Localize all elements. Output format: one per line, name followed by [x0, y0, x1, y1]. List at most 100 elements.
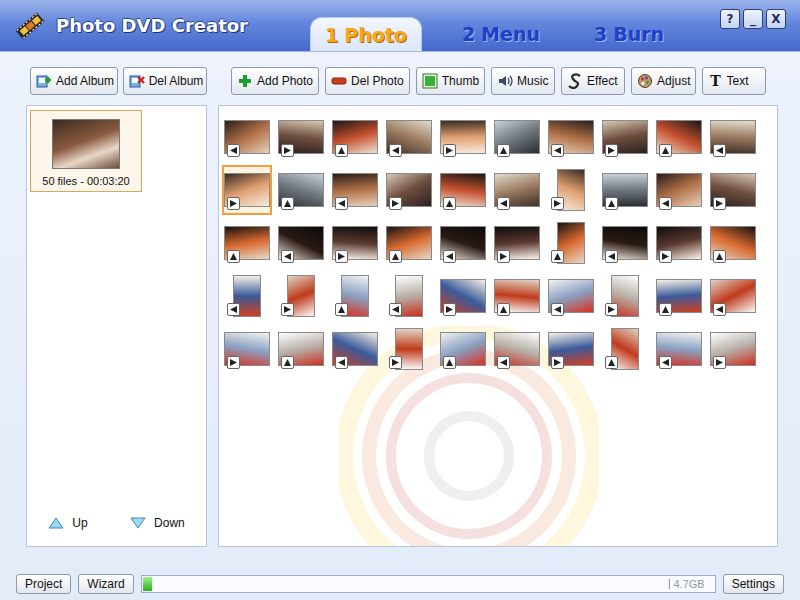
- photo-thumbnail[interactable]: [600, 271, 650, 321]
- transition-badge[interactable]: [659, 303, 672, 316]
- transition-badge[interactable]: [389, 144, 402, 157]
- photo-thumbnail[interactable]: [222, 165, 272, 215]
- help-button[interactable]: ?: [720, 9, 740, 29]
- photo-thumbnail[interactable]: [276, 218, 326, 268]
- photo-thumbnail[interactable]: [546, 112, 596, 162]
- transition-badge[interactable]: [497, 303, 510, 316]
- photo-thumbnail[interactable]: [654, 218, 704, 268]
- photo-thumbnail[interactable]: [276, 112, 326, 162]
- transition-badge[interactable]: [281, 197, 294, 210]
- transition-badge[interactable]: [605, 356, 618, 369]
- transition-badge[interactable]: [281, 144, 294, 157]
- photo-thumbnail[interactable]: [492, 271, 542, 321]
- transition-badge[interactable]: [389, 356, 402, 369]
- transition-badge[interactable]: [227, 303, 240, 316]
- photo-thumbnail[interactable]: [384, 218, 434, 268]
- photo-thumbnail[interactable]: [600, 324, 650, 374]
- transition-badge[interactable]: [605, 250, 618, 263]
- delete-album-button[interactable]: Del Album: [123, 67, 207, 95]
- transition-badge[interactable]: [659, 250, 672, 263]
- close-button[interactable]: X: [766, 9, 786, 29]
- minimize-button[interactable]: _: [743, 9, 763, 29]
- thumb-button[interactable]: Thumb: [416, 67, 485, 95]
- photo-thumbnail[interactable]: [222, 112, 272, 162]
- text-button[interactable]: TText: [702, 67, 766, 95]
- transition-badge[interactable]: [389, 250, 402, 263]
- photo-thumbnail[interactable]: [438, 271, 488, 321]
- project-button[interactable]: Project: [16, 574, 71, 594]
- transition-badge[interactable]: [605, 303, 618, 316]
- photo-thumbnail[interactable]: [222, 271, 272, 321]
- photo-thumbnail[interactable]: [600, 218, 650, 268]
- photo-thumbnail[interactable]: [384, 112, 434, 162]
- photo-thumbnail[interactable]: [330, 112, 380, 162]
- photo-thumbnail[interactable]: [654, 271, 704, 321]
- transition-badge[interactable]: [335, 197, 348, 210]
- transition-badge[interactable]: [497, 356, 510, 369]
- photo-thumbnail[interactable]: [438, 165, 488, 215]
- transition-badge[interactable]: [443, 303, 456, 316]
- transition-badge[interactable]: [443, 250, 456, 263]
- photo-thumbnail[interactable]: [222, 324, 272, 374]
- settings-button[interactable]: Settings: [723, 574, 784, 594]
- photo-thumbnail[interactable]: [384, 165, 434, 215]
- transition-badge[interactable]: [443, 197, 456, 210]
- photo-thumbnail[interactable]: [492, 165, 542, 215]
- transition-badge[interactable]: [281, 250, 294, 263]
- transition-badge[interactable]: [389, 303, 402, 316]
- photo-thumbnail[interactable]: [276, 165, 326, 215]
- adjust-button[interactable]: Adjust: [631, 67, 696, 95]
- transition-badge[interactable]: [227, 197, 240, 210]
- photo-thumbnail[interactable]: [708, 271, 758, 321]
- photo-thumbnail[interactable]: [438, 324, 488, 374]
- transition-badge[interactable]: [335, 356, 348, 369]
- transition-badge[interactable]: [605, 197, 618, 210]
- transition-badge[interactable]: [443, 356, 456, 369]
- photo-thumbnail[interactable]: [654, 112, 704, 162]
- photo-thumbnail[interactable]: [492, 218, 542, 268]
- transition-badge[interactable]: [551, 250, 564, 263]
- transition-badge[interactable]: [551, 303, 564, 316]
- photo-thumbnail[interactable]: [492, 324, 542, 374]
- photo-thumbnail[interactable]: [546, 271, 596, 321]
- photo-thumbnail[interactable]: [492, 112, 542, 162]
- transition-badge[interactable]: [227, 144, 240, 157]
- effect-button[interactable]: Effect: [561, 67, 625, 95]
- photo-thumbnail[interactable]: [384, 271, 434, 321]
- transition-badge[interactable]: [551, 144, 564, 157]
- transition-badge[interactable]: [659, 197, 672, 210]
- photo-thumbnail[interactable]: [654, 324, 704, 374]
- del-photo-button[interactable]: Del Photo: [325, 67, 410, 95]
- photo-thumbnail[interactable]: [384, 324, 434, 374]
- step-tab[interactable]: 1Photo: [310, 17, 422, 51]
- photo-thumbnail[interactable]: [438, 218, 488, 268]
- photo-thumbnail[interactable]: [654, 165, 704, 215]
- photo-thumbnail[interactable]: [276, 324, 326, 374]
- photo-thumbnail[interactable]: [546, 165, 596, 215]
- transition-badge[interactable]: [335, 303, 348, 316]
- transition-badge[interactable]: [389, 197, 402, 210]
- step-tab[interactable]: 2Menu: [448, 17, 554, 51]
- step-tab[interactable]: 3Burn: [580, 17, 678, 51]
- add-album-button[interactable]: Add Album: [30, 67, 118, 95]
- photo-thumbnail[interactable]: [708, 324, 758, 374]
- photo-thumbnail[interactable]: [600, 165, 650, 215]
- transition-badge[interactable]: [335, 144, 348, 157]
- photo-thumbnail[interactable]: [708, 218, 758, 268]
- photo-thumbnail[interactable]: [330, 165, 380, 215]
- down-button[interactable]: Down: [130, 516, 185, 530]
- photo-thumbnail[interactable]: [330, 218, 380, 268]
- transition-badge[interactable]: [497, 250, 510, 263]
- transition-badge[interactable]: [713, 197, 726, 210]
- transition-badge[interactable]: [659, 356, 672, 369]
- transition-badge[interactable]: [443, 144, 456, 157]
- photo-thumbnail[interactable]: [708, 165, 758, 215]
- transition-badge[interactable]: [713, 356, 726, 369]
- transition-badge[interactable]: [227, 356, 240, 369]
- transition-badge[interactable]: [281, 356, 294, 369]
- add-photo-button[interactable]: Add Photo: [231, 67, 319, 95]
- up-button[interactable]: Up: [48, 516, 87, 530]
- transition-badge[interactable]: [227, 250, 240, 263]
- transition-badge[interactable]: [335, 250, 348, 263]
- transition-badge[interactable]: [497, 144, 510, 157]
